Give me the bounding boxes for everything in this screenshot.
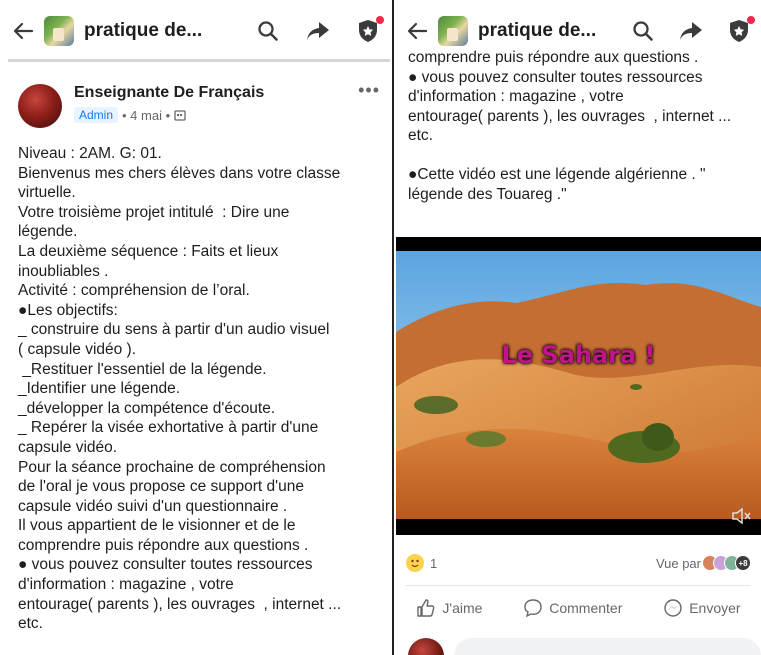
post-text-line: _ construire du sens à partir d'un audio… <box>18 321 330 339</box>
calendar-icon <box>174 109 186 121</box>
like-label: J'aime <box>442 600 483 616</box>
left-screen: pratique de... Enseignante De Français A… <box>0 0 390 655</box>
group-thumbnail[interactable] <box>44 16 74 46</box>
post-text-line: comprendre puis répondre aux questions . <box>18 536 309 554</box>
post-text-line: _ Repérer la visée exhortative à partir … <box>18 419 319 437</box>
post-body: Niveau : 2AM. G: 01. Bienvenus mes chers … <box>0 128 390 634</box>
comment-button[interactable]: Commenter <box>523 598 622 618</box>
comment-bubble-icon <box>523 598 543 618</box>
post-text-line: de l'oral je vous propose ce support d'u… <box>18 478 304 496</box>
post-text-line: Bienvenus mes chers élèves dans votre cl… <box>18 164 341 182</box>
shield-icon[interactable] <box>727 16 755 43</box>
post-text-line: ( capsule vidéo ). <box>18 340 137 358</box>
post-date: • 4 mai • <box>122 107 171 123</box>
post-actions: J'aime Commenter Envoyer <box>396 598 761 618</box>
post-text-line: d'information : magazine , votre <box>408 88 624 106</box>
post-text-line: inoubliables . <box>18 262 109 280</box>
post-text-line: entourage( parents ), les ouvrages , int… <box>408 107 732 125</box>
post-text-line: etc. <box>18 615 43 633</box>
video-caption: Le Sahara ! <box>501 341 656 369</box>
back-arrow-icon[interactable] <box>404 18 430 44</box>
post-text-line: _Restituer l'essentiel de la légende. <box>18 360 267 378</box>
post-text-line: d'information : magazine , votre <box>18 576 234 594</box>
header-divider <box>8 59 390 62</box>
post-text-line: capsule vidéo. <box>18 438 118 456</box>
post-text-line: Votre troisième projet intitulé : Dire u… <box>18 203 290 221</box>
thumbs-up-icon <box>416 598 436 618</box>
more-options-icon[interactable]: ••• <box>358 81 380 99</box>
video-player[interactable]: Le Sahara ! <box>396 237 761 535</box>
post-text-line: La deuxième séquence : Faits et lieux <box>18 242 279 260</box>
author-name[interactable]: Enseignante De Français <box>74 84 264 102</box>
share-icon[interactable] <box>306 19 330 43</box>
actions-divider <box>406 585 751 586</box>
post-text-line: légende. <box>18 223 78 241</box>
notification-dot <box>747 16 755 24</box>
post-text-line: ● vous pouvez consulter toutes ressource… <box>408 68 703 86</box>
reactions-bar: 1 Vue par +8 <box>406 554 751 572</box>
like-button[interactable]: J'aime <box>416 598 482 618</box>
post-header: Enseignante De Français Admin • 4 mai • … <box>0 62 390 128</box>
post-text-line: _Identifier une légende. <box>18 380 181 398</box>
post-body-continued: comprendre puis répondre aux questions .… <box>396 48 761 204</box>
group-thumbnail[interactable] <box>438 16 468 46</box>
right-screen: pratique de... comprendre puis répondre … <box>396 0 761 655</box>
video-frame <box>396 237 761 535</box>
mute-icon[interactable] <box>731 507 751 525</box>
post-text-line: virtuelle. <box>18 184 76 202</box>
post-text-line: capsule vidéo suivi d'un questionnaire . <box>18 497 288 515</box>
post-text-line: etc. <box>408 127 433 145</box>
post-text-line: _développer la compétence d'écoute. <box>18 399 276 417</box>
group-title[interactable]: pratique de... <box>84 20 202 42</box>
user-avatar <box>408 638 444 655</box>
post-text-line: ●Les objectifs: <box>18 301 118 319</box>
send-label: Envoyer <box>689 600 741 616</box>
post-text-line: Niveau : 2AM. G: 01. <box>18 145 162 162</box>
shield-icon[interactable] <box>356 16 384 43</box>
post-text-line: Activité : compréhension de l’oral. <box>18 282 250 300</box>
admin-badge: Admin <box>74 107 119 123</box>
viewer-count-badge: +8 <box>735 555 751 571</box>
comment-label: Commenter <box>549 600 623 616</box>
messenger-icon <box>663 598 683 618</box>
share-icon[interactable] <box>679 19 703 43</box>
comment-input[interactable] <box>454 638 761 655</box>
reaction-count[interactable]: 1 <box>430 556 437 571</box>
reaction-emoji-icon[interactable] <box>406 554 424 572</box>
author-avatar[interactable] <box>18 84 62 128</box>
post-text-line: ●Cette vidéo est une légende algérienne … <box>408 165 706 183</box>
search-icon[interactable] <box>256 19 280 43</box>
send-button[interactable]: Envoyer <box>663 598 741 618</box>
notification-dot <box>376 16 384 24</box>
back-arrow-icon[interactable] <box>10 18 36 44</box>
top-bar: pratique de... <box>396 0 761 62</box>
post-text-line: ● vous pouvez consulter toutes ressource… <box>18 556 313 574</box>
comment-composer <box>408 638 761 655</box>
group-title[interactable]: pratique de... <box>478 20 596 42</box>
post-text-line: entourage( parents ), les ouvrages , int… <box>18 595 342 613</box>
top-bar: pratique de... <box>0 0 390 62</box>
search-icon[interactable] <box>631 19 655 43</box>
post-text-line: Il vous appartient de le visionner et de… <box>18 517 296 535</box>
post-text-line: légende des Touareg ." <box>408 185 567 203</box>
seen-by-label[interactable]: Vue par <box>656 556 701 571</box>
post-text-line: Pour la séance prochaine de compréhensio… <box>18 458 326 476</box>
